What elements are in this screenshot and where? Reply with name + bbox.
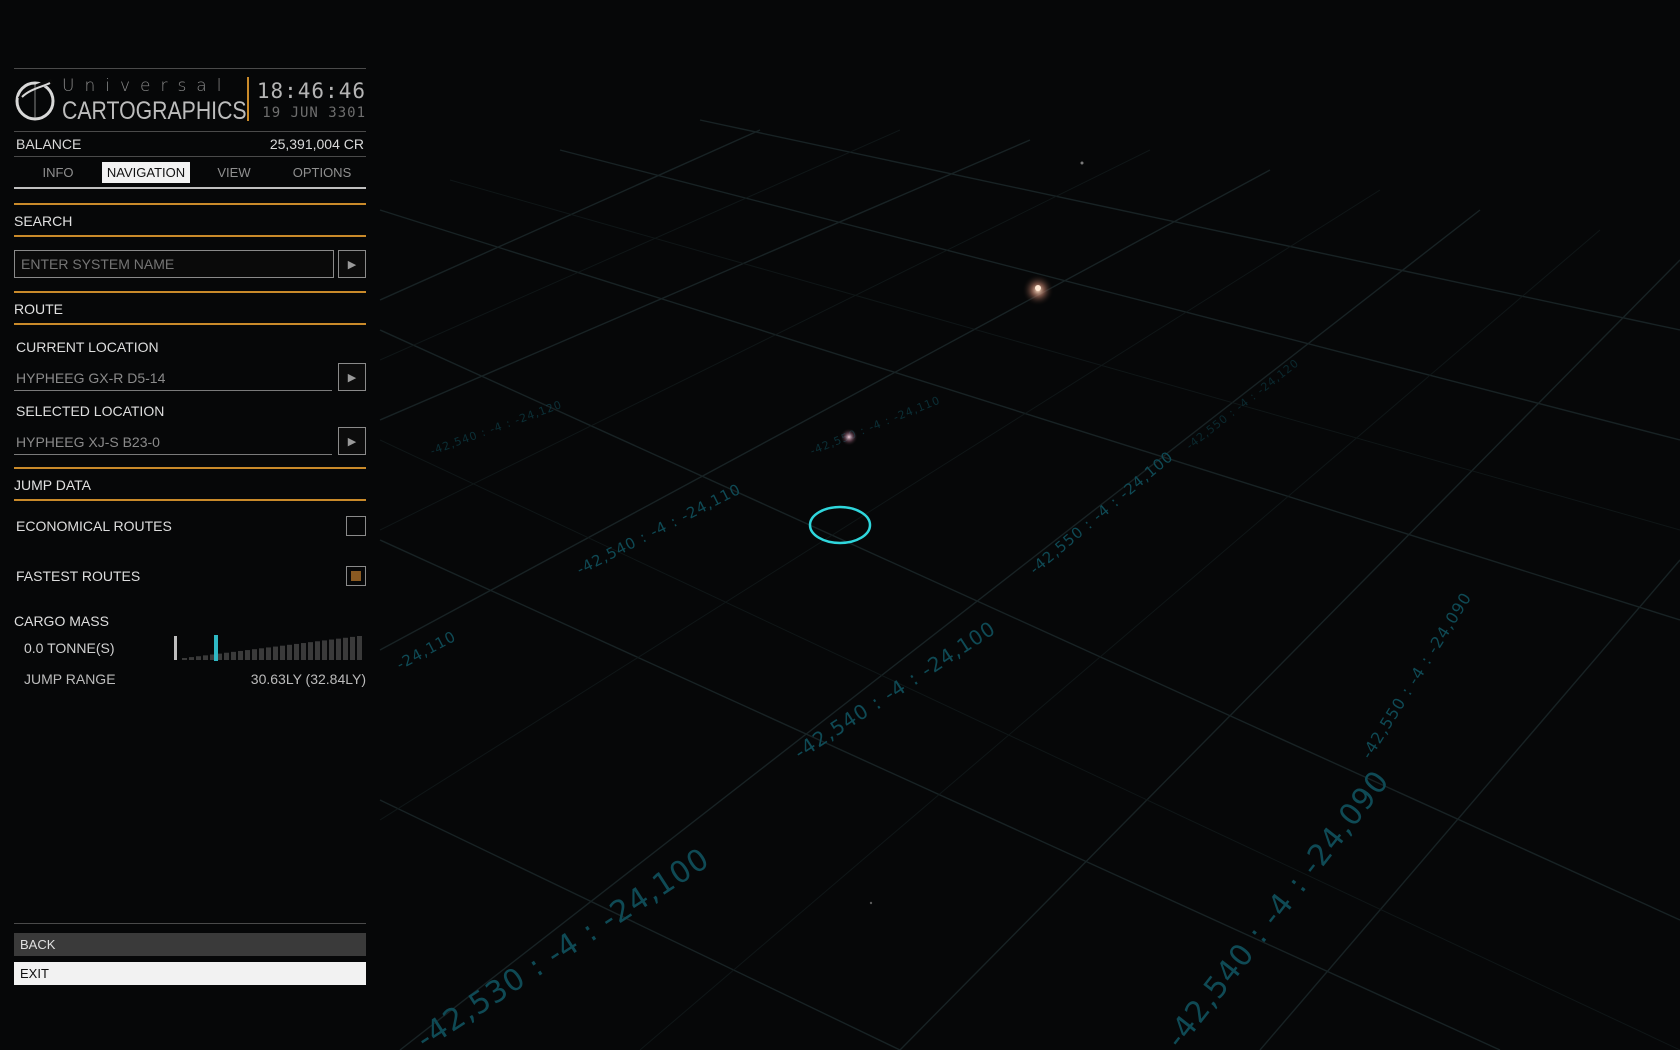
cargo-mass-label: CARGO MASS [14, 613, 109, 629]
slider-ramp-bar [336, 638, 341, 660]
grid-label: -42,550 : -4 : -24,110 [808, 394, 942, 458]
slider-ramp-bar [301, 643, 306, 660]
slider-ramp-bar [196, 656, 201, 660]
slider-ramp-bar [266, 647, 271, 660]
fastest-routes-row[interactable]: FASTEST ROUTES [14, 551, 366, 601]
current-location-value: HYPHEEG GX-R D5-14 [14, 364, 332, 391]
panel-header: Universal CARTOGRAPHICS 18:46:46 19 JUN … [14, 69, 366, 131]
back-button[interactable]: BACK [14, 933, 366, 956]
cargo-mass-row: 0.0 TONNE(S) [14, 631, 366, 665]
economical-routes-row[interactable]: ECONOMICAL ROUTES [14, 501, 366, 551]
play-arrow-icon: ▶ [347, 258, 357, 271]
slider-ramp-bar [350, 636, 355, 660]
slider-start-marker [174, 636, 177, 660]
slider-track [182, 636, 362, 660]
slider-ramp-bar [308, 642, 313, 660]
slider-ramp-bar [273, 646, 278, 660]
slider-ramp-bar [189, 657, 194, 660]
exit-button[interactable]: EXIT [14, 962, 366, 985]
jump-range-row: JUMP RANGE 30.63LY (32.84LY) [14, 665, 366, 693]
tab-bar: INFO NAVIGATION VIEW OPTIONS [14, 157, 366, 187]
star-system-core [1035, 285, 1041, 291]
slider-ramp-bar [329, 639, 334, 660]
tab-info[interactable]: INFO [14, 162, 102, 183]
grid-label: -42,550 : -4 : -24,120 [1184, 356, 1302, 452]
current-location-row: HYPHEEG GX-R D5-14 ▶ [14, 363, 366, 391]
slider-ramp-bar [245, 650, 250, 660]
grid-label: -42,550 : -4 : -24,100 [1026, 447, 1177, 578]
system-search-input[interactable] [14, 250, 334, 278]
logo-text-cartographics: CARTOGRAPHICS [62, 97, 247, 125]
balance-row: BALANCE 25,391,004 CR [14, 132, 366, 156]
star-system[interactable] [1080, 161, 1084, 165]
economical-routes-checkbox[interactable] [346, 516, 366, 536]
selected-location-row: HYPHEEG XJ-S B23-0 ▶ [14, 427, 366, 455]
jump-range-label: JUMP RANGE [24, 671, 116, 687]
slider-ramp-bar [287, 644, 292, 660]
play-arrow-icon: ▶ [347, 435, 357, 448]
divider [14, 235, 366, 237]
search-section-title: SEARCH [14, 213, 73, 229]
jump-range-value: 30.63LY (32.84LY) [250, 671, 366, 687]
fastest-routes-label: FASTEST ROUTES [16, 568, 141, 584]
selected-location-value: HYPHEEG XJ-S B23-0 [14, 428, 332, 455]
jump-data-section-title: JUMP DATA [14, 477, 92, 493]
selection-reticle[interactable] [808, 505, 872, 545]
grid-label: -24,110 [393, 627, 459, 673]
tab-navigation[interactable]: NAVIGATION [102, 161, 190, 183]
cargo-mass-slider[interactable] [174, 634, 364, 662]
current-location-label: CURRENT LOCATION [16, 339, 159, 355]
fastest-routes-checkbox[interactable] [346, 566, 366, 586]
slider-thumb[interactable] [214, 635, 218, 661]
play-arrow-icon: ▶ [347, 371, 357, 384]
slider-ramp-bar [322, 640, 327, 660]
universal-cartographics-logo-icon [15, 78, 55, 121]
navigation-panel: Universal CARTOGRAPHICS 18:46:46 19 JUN … [14, 68, 366, 693]
grid-label: -42,540 : -4 : -24,100 [790, 616, 1000, 764]
economical-routes-label: ECONOMICAL ROUTES [16, 518, 172, 534]
search-row: ▶ [14, 250, 366, 278]
star-system[interactable] [869, 901, 873, 905]
slider-ramp-bar [280, 645, 285, 660]
slider-ramp-bar [182, 658, 187, 660]
bottom-menu: BACK EXIT [14, 923, 366, 985]
balance-value: 25,391,004 CR [269, 136, 364, 152]
tab-options[interactable]: OPTIONS [278, 162, 366, 183]
slider-ramp-bar [315, 641, 320, 660]
slider-ramp-bar [357, 636, 362, 660]
header-separator [247, 77, 249, 121]
game-date: 19 JUN 3301 [262, 105, 366, 121]
selected-location-label: SELECTED LOCATION [16, 403, 165, 419]
star-system[interactable] [840, 428, 858, 446]
slider-ramp-bar [294, 643, 299, 660]
slider-ramp-bar [203, 655, 208, 660]
tab-view[interactable]: VIEW [190, 162, 278, 183]
search-go-button[interactable]: ▶ [338, 250, 366, 278]
slider-ramp-bar [224, 652, 229, 660]
logo-text-universal: Universal [62, 76, 232, 96]
slider-ramp-bar [231, 651, 236, 660]
slider-ramp-bar [259, 648, 264, 660]
grid-label: -42,540 : -4 : -24,090 [1159, 764, 1397, 1050]
route-section-title: ROUTE [14, 301, 63, 317]
grid-label: -42,550 : -4 : -24,090 [1357, 589, 1475, 762]
current-location-go-button[interactable]: ▶ [338, 363, 366, 391]
slider-ramp-bar [252, 649, 257, 660]
grid-label: -42,530 : -4 : -24,100 [410, 841, 716, 1050]
slider-ramp-bar [343, 637, 348, 660]
balance-label: BALANCE [16, 136, 82, 152]
grid-label: -42,540 : -4 : -24,110 [574, 480, 744, 579]
grid-lines [379, 119, 1680, 1050]
game-clock: 18:46:46 [256, 79, 366, 103]
slider-ramp-bar [238, 650, 243, 660]
selected-location-go-button[interactable]: ▶ [338, 427, 366, 455]
cargo-mass-value: 0.0 TONNE(S) [24, 640, 115, 656]
grid-lines-faint [379, 129, 1680, 1050]
